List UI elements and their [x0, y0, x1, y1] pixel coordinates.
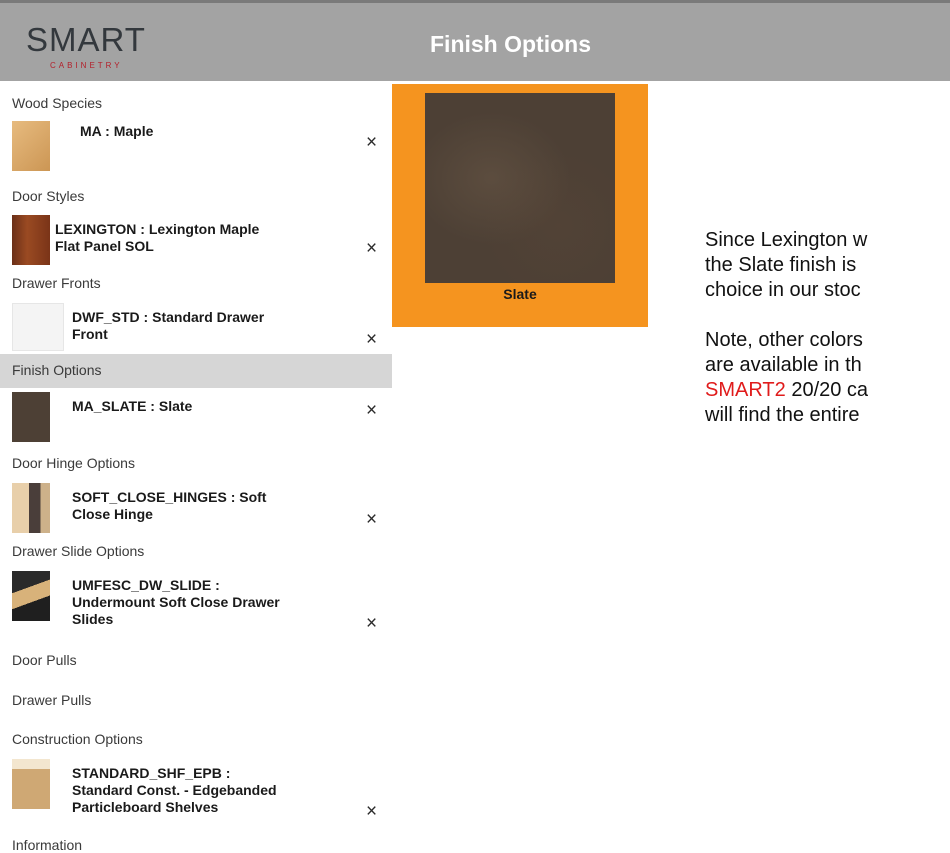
- section-label: Door Styles: [12, 188, 85, 204]
- item-label-line2: Close Hinge: [72, 506, 153, 522]
- remove-icon[interactable]: ×: [366, 802, 377, 822]
- note-line: Note, other colors: [705, 329, 863, 351]
- note-line: choice in our stoc: [705, 279, 861, 301]
- finish-preview-card[interactable]: Slate: [392, 84, 648, 327]
- note-text: 20/20 ca: [785, 379, 869, 401]
- item-label: MA : Maple: [80, 123, 154, 139]
- item-label-line3: Slides: [72, 611, 114, 627]
- item-label-line2: Undermount Soft Close Drawer: [72, 594, 280, 610]
- note-line: Since Lexington w: [705, 229, 868, 251]
- item-label-line1: UMFESC_DW_SLIDE :: [72, 577, 220, 593]
- note-line: SMART2 20/20 ca: [705, 378, 950, 403]
- info-note: Since Lexington w the Slate finish is ch…: [705, 228, 950, 428]
- section-label: Door Pulls: [12, 652, 77, 668]
- logo-subtitle: CABINETRY: [50, 61, 123, 70]
- item-label-line2: Standard Const. - Edgebanded: [72, 782, 277, 798]
- hinge-thumb: [12, 483, 50, 533]
- remove-icon[interactable]: ×: [366, 133, 377, 153]
- slate-swatch-thumb: [12, 392, 50, 442]
- door-style-thumb: [12, 215, 50, 265]
- options-sidebar: Wood Species MA : Maple × Door Styles LE…: [0, 81, 392, 853]
- item-label-line2: Flat Panel SOL: [55, 238, 154, 254]
- preview-label: Slate: [503, 286, 537, 302]
- section-label: Drawer Slide Options: [12, 543, 145, 559]
- page-title: Finish Options: [430, 31, 591, 57]
- section-label: Construction Options: [12, 731, 143, 747]
- drawer-slide-thumb: [12, 571, 50, 621]
- section-label: Door Hinge Options: [12, 455, 135, 471]
- note-line: are available in th: [705, 354, 862, 376]
- item-label: MA_SLATE : Slate: [72, 398, 193, 414]
- item-label-line3: Particleboard Shelves: [72, 799, 219, 815]
- section-label: Information: [12, 837, 83, 853]
- section-label: Finish Options: [12, 362, 102, 378]
- item-label-line2: Front: [72, 326, 108, 342]
- note-line: the Slate finish is: [705, 254, 857, 276]
- remove-icon[interactable]: ×: [366, 401, 377, 421]
- section-label: Wood Species: [12, 95, 103, 111]
- smart-cabinetry-logo: SMART CABINETRY: [26, 21, 166, 77]
- slate-swatch-preview: [425, 93, 615, 283]
- section-label: Drawer Fronts: [12, 275, 101, 291]
- section-label: Drawer Pulls: [12, 692, 92, 708]
- item-label-line1: STANDARD_SHF_EPB :: [72, 765, 231, 781]
- header-bar: SMART CABINETRY Finish Options: [0, 3, 950, 81]
- smart2-highlight: SMART2: [705, 379, 786, 401]
- section-finish-options[interactable]: Finish Options: [0, 354, 392, 388]
- item-label-line1: DWF_STD : Standard Drawer: [72, 309, 265, 325]
- construction-thumb: [12, 759, 50, 809]
- item-label-line1: LEXINGTON : Lexington Maple: [55, 221, 260, 237]
- drawer-front-thumb: [12, 303, 64, 351]
- remove-icon[interactable]: ×: [366, 239, 377, 259]
- note-line: will find the entire: [705, 404, 860, 426]
- remove-icon[interactable]: ×: [366, 614, 377, 634]
- remove-icon[interactable]: ×: [366, 510, 377, 530]
- maple-swatch-thumb: [12, 121, 50, 171]
- item-label-line1: SOFT_CLOSE_HINGES : Soft: [72, 489, 267, 505]
- logo-text: SMART: [26, 21, 146, 58]
- remove-icon[interactable]: ×: [366, 330, 377, 350]
